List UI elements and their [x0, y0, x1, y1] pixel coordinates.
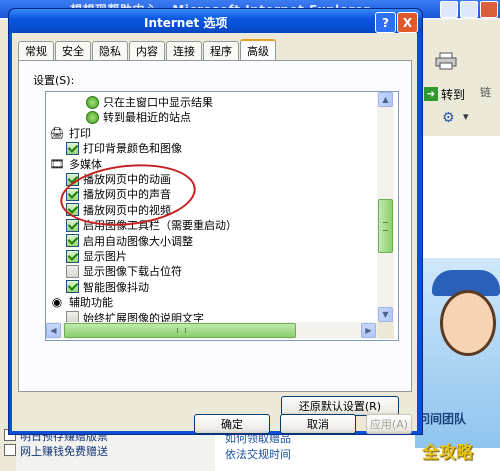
dialog-body: 常规 安全 隐私 内容 连接 程序 高级 设置(S): 只在主窗口中显示结果 转到… — [12, 33, 417, 434]
settings-label: 设置(S): — [33, 74, 75, 87]
unchecked-checkbox-icon[interactable] — [66, 311, 79, 322]
scroll-down-button[interactable]: ▼ — [378, 307, 393, 322]
setting-checkbox-option[interactable]: 显示图片 — [66, 248, 127, 264]
setting-label: 显示图片 — [83, 250, 127, 263]
checkbox-icon — [4, 444, 16, 456]
scroll-up-button[interactable]: ▲ — [378, 92, 393, 107]
horizontal-scrollbar[interactable]: ◀ ▶ — [46, 322, 377, 339]
vertical-scrollbar[interactable]: ▲ ▼ — [377, 92, 394, 322]
setting-label: 辅助功能 — [69, 296, 113, 310]
links-label[interactable]: 链 — [480, 84, 491, 100]
tab-content[interactable]: 内容 — [129, 41, 165, 60]
banner-text: 问间团队 — [418, 412, 467, 426]
tab-programs[interactable]: 程序 — [203, 41, 239, 60]
watermark-logo: 全攻略 — [422, 443, 473, 463]
tab-advanced[interactable]: 高级 — [240, 39, 276, 61]
checked-checkbox-icon[interactable] — [66, 141, 79, 155]
tab-privacy[interactable]: 隐私 — [92, 41, 128, 60]
setting-label: 智能图像抖动 — [83, 280, 149, 294]
setting-label: 显示图像下载占位符 — [83, 265, 182, 279]
setting-label: 打印背景颜色和图像 — [83, 142, 182, 156]
setting-checkbox-option[interactable]: 始终扩展图像的说明文字 — [66, 310, 204, 322]
setting-checkbox-option[interactable]: 启用自动图像大小调整 — [66, 233, 193, 249]
tab-general[interactable]: 常规 — [18, 41, 54, 60]
print-icon[interactable] — [435, 52, 457, 70]
browser-close-button[interactable] — [480, 1, 498, 18]
toolbar-chevron-icon[interactable]: ▾ — [463, 110, 469, 123]
tab-security[interactable]: 安全 — [55, 41, 91, 60]
checked-checkbox-icon[interactable] — [66, 280, 79, 294]
checked-checkbox-icon[interactable] — [66, 249, 79, 263]
banner-figure-face — [440, 290, 496, 356]
setting-label: 启用自动图像大小调整 — [83, 234, 193, 248]
setting-label: 打印 — [69, 126, 91, 140]
setting-label: 多媒体 — [69, 157, 102, 171]
close-button[interactable]: X — [397, 12, 418, 33]
gear-icon[interactable]: ⚙ — [442, 110, 455, 126]
setting-category: ◉ 辅助功能 — [49, 294, 113, 310]
minimize-button[interactable] — [440, 1, 458, 18]
setting-radio-option[interactable]: 只在主窗口中显示结果 — [86, 94, 213, 110]
setting-category: 🖨 打印 — [49, 125, 91, 141]
browser-window-controls — [440, 1, 498, 18]
list-item[interactable]: 网上赚钱免费赠送 — [0, 443, 200, 458]
setting-label: 始终扩展图像的说明文字 — [83, 311, 204, 322]
printer-icon: 🖨 — [49, 125, 65, 140]
go-button[interactable]: ➜ 转到 — [420, 84, 469, 104]
radio-button-icon[interactable] — [86, 110, 99, 124]
setting-label: 转到最相近的站点 — [103, 111, 191, 125]
multimedia-icon: 🎞 — [49, 156, 65, 171]
dialog-title: Internet 选项 — [144, 16, 228, 30]
dialog-title-bar[interactable]: Internet 选项 ? X — [9, 9, 422, 33]
setting-checkbox-option[interactable]: 智能图像抖动 — [66, 279, 149, 295]
checked-checkbox-icon[interactable] — [66, 234, 79, 248]
radio-button-icon[interactable] — [86, 95, 99, 109]
scroll-left-button[interactable]: ◀ — [46, 323, 61, 338]
restore-defaults-button[interactable]: 还原默认设置(R) — [281, 396, 399, 416]
setting-radio-option[interactable]: 转到最相近的站点 — [86, 109, 191, 125]
unchecked-checkbox-icon[interactable] — [66, 264, 79, 278]
cancel-button[interactable]: 取消 — [280, 414, 356, 434]
tab-strip: 常规 安全 隐私 内容 连接 程序 高级 — [18, 39, 276, 61]
setting-label: 只在主窗口中显示结果 — [103, 96, 213, 109]
scrollbar-corner — [377, 322, 394, 339]
accessibility-icon: ◉ — [51, 295, 63, 310]
tab-connections[interactable]: 连接 — [166, 41, 202, 60]
internet-options-dialog: Internet 选项 ? X 常规 安全 隐私 内容 连接 程序 高级 设置(… — [8, 8, 423, 435]
setting-checkbox-option[interactable]: 打印背景颜色和图像 — [66, 140, 182, 156]
maximize-button[interactable] — [460, 1, 478, 18]
horizontal-scroll-thumb[interactable] — [64, 323, 296, 338]
setting-checkbox-option[interactable]: 显示图像下载占位符 — [66, 263, 182, 279]
apply-button[interactable]: 应用(A) — [366, 414, 412, 434]
checked-checkbox-icon[interactable] — [66, 218, 79, 232]
scroll-right-button[interactable]: ▶ — [361, 323, 376, 338]
bottom-middle-links: 如何领取赠品 依法交规时间 — [215, 430, 415, 471]
go-label: 转到 — [441, 87, 466, 102]
go-arrow-icon: ➜ — [424, 87, 438, 101]
advanced-panel: 设置(S): 只在主窗口中显示结果 转到最相近的站点 🖨 打印打印背景颜色和图像 🎞 多媒… — [18, 60, 412, 416]
ok-button[interactable]: 确定 — [194, 414, 270, 434]
setting-category: 🎞 多媒体 — [49, 156, 102, 172]
help-button[interactable]: ? — [375, 12, 396, 33]
vertical-scroll-thumb[interactable] — [378, 199, 393, 253]
list-item[interactable]: 依法交规时间 — [215, 446, 415, 462]
